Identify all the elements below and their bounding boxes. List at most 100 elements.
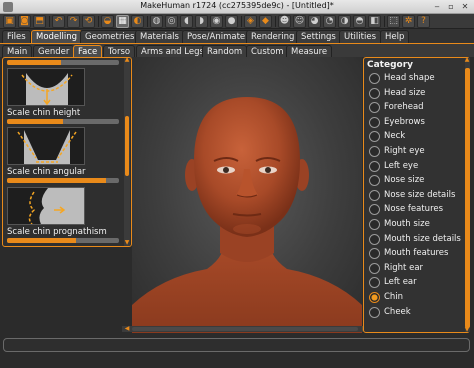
radio-icon[interactable]: [369, 102, 380, 114]
category-label: Mouth size: [384, 219, 430, 229]
tab-pose-animate[interactable]: Pose/Animate: [182, 30, 251, 43]
category-label: Head shape: [384, 73, 435, 83]
viewport-horizontal-scrollbar[interactable]: [122, 326, 368, 332]
category-item-left-eye[interactable]: Left eye: [369, 160, 465, 173]
scroll-left-icon[interactable]: ◀: [124, 326, 130, 332]
global-camera-icon[interactable]: ◈: [244, 15, 257, 28]
slider-track[interactable]: [7, 238, 119, 243]
right-view-icon[interactable]: ◗: [195, 15, 208, 28]
human-model[interactable]: [132, 57, 362, 333]
hair-icon[interactable]: ◑: [338, 15, 351, 28]
scroll-down-icon[interactable]: ▼: [124, 240, 130, 246]
smooth-icon[interactable]: ◐: [131, 15, 144, 28]
category-item-mouth-size[interactable]: Mouth size: [369, 218, 465, 231]
side-icon[interactable]: ◧: [368, 15, 381, 28]
radio-icon[interactable]: [369, 292, 380, 303]
radio-icon[interactable]: [369, 131, 380, 143]
export-icon[interactable]: ⬒: [33, 15, 46, 28]
tab-modelling[interactable]: Modelling: [31, 30, 83, 43]
category-label: Mouth features: [384, 248, 449, 259]
maximize-icon[interactable]: ▫: [446, 2, 456, 12]
minimize-icon[interactable]: ‒: [432, 2, 442, 12]
tab-materials[interactable]: Materials: [135, 30, 184, 43]
category-item-left-ear[interactable]: Left ear: [369, 276, 465, 289]
slider-track[interactable]: [7, 119, 119, 124]
radio-icon[interactable]: [369, 262, 380, 274]
scrollbar-thumb[interactable]: [132, 327, 358, 331]
radio-icon[interactable]: [369, 248, 380, 260]
category-item-neck[interactable]: Neck: [369, 130, 465, 143]
top-view-icon[interactable]: ◉: [210, 15, 223, 28]
radio-icon[interactable]: [369, 87, 380, 99]
tab-help[interactable]: Help: [380, 30, 410, 43]
tab-settings[interactable]: Settings: [296, 30, 341, 43]
category-item-nose-features[interactable]: Nose features: [369, 203, 465, 216]
chin-angular-thumbnail: [7, 127, 85, 165]
category-item-eyebrows[interactable]: Eyebrows: [369, 116, 465, 129]
category-label: Left eye: [384, 160, 419, 171]
screenshot-icon[interactable]: ⬚: [387, 15, 400, 28]
category-panel: Category Head shape Head size Forehead Eyeb…: [363, 57, 470, 333]
close-icon[interactable]: ✕: [460, 2, 470, 12]
eyes-icon[interactable]: ◓: [353, 15, 366, 28]
category-item-nose-size[interactable]: Nose size: [369, 174, 465, 187]
slider-fill: [7, 178, 106, 183]
wireframe-icon[interactable]: ◒: [101, 15, 114, 28]
camera-icon[interactable]: ◆: [259, 15, 272, 28]
tab-rendering[interactable]: Rendering: [246, 30, 300, 43]
right-panel-scrollbar[interactable]: [465, 58, 470, 332]
scroll-down-icon[interactable]: ▼: [464, 327, 470, 333]
radio-icon[interactable]: [369, 146, 380, 157]
bottom-view-icon[interactable]: ●: [225, 15, 238, 28]
slider-track[interactable]: [7, 60, 119, 65]
category-item-head-shape[interactable]: Head shape: [369, 72, 465, 85]
slider-track[interactable]: [7, 178, 119, 183]
left-view-icon[interactable]: ◖: [180, 15, 193, 28]
skin-icon[interactable]: ☻: [278, 15, 291, 28]
back-view-icon[interactable]: ◎: [165, 15, 178, 28]
category-item-mouth-features[interactable]: Mouth features: [369, 247, 465, 260]
category-item-right-eye[interactable]: Right eye: [369, 145, 465, 158]
category-label: Head size: [384, 87, 426, 98]
category-item-head-size[interactable]: Head size: [369, 87, 465, 100]
category-item-chin[interactable]: Chin: [369, 291, 465, 304]
category-item-mouth-size-details[interactable]: Mouth size details: [369, 233, 465, 246]
category-item-cheek[interactable]: Cheek: [369, 306, 465, 319]
head-icon[interactable]: ☺: [293, 15, 306, 28]
category-label: Nose size details: [384, 189, 456, 200]
radio-icon[interactable]: [369, 116, 380, 128]
radio-icon[interactable]: [369, 233, 380, 245]
scroll-up-icon[interactable]: ▲: [124, 57, 130, 63]
grid-icon[interactable]: ▦: [116, 15, 129, 28]
radio-icon[interactable]: [369, 175, 380, 187]
category-item-right-ear[interactable]: Right ear: [369, 262, 465, 275]
category-item-nose-size-details[interactable]: Nose size details: [369, 189, 465, 202]
scrollbar-thumb[interactable]: [465, 68, 470, 328]
body-icon[interactable]: ◕: [308, 15, 321, 28]
tab-utilities[interactable]: Utilities: [339, 30, 381, 43]
radio-icon[interactable]: [369, 306, 380, 318]
profile-icon[interactable]: ◔: [323, 15, 336, 28]
3d-viewport[interactable]: [132, 57, 362, 333]
save-icon[interactable]: ▣: [3, 15, 16, 28]
help-icon[interactable]: ?: [417, 15, 430, 28]
front-view-icon[interactable]: ◍: [150, 15, 163, 28]
radio-icon[interactable]: [369, 160, 380, 172]
radio-icon[interactable]: [369, 189, 380, 201]
settings-icon[interactable]: ✲: [402, 15, 415, 28]
tab-files[interactable]: Files: [2, 30, 31, 43]
scrollbar-thumb[interactable]: [125, 116, 129, 176]
radio-icon[interactable]: [369, 219, 380, 230]
category-item-forehead[interactable]: Forehead: [369, 101, 465, 114]
scroll-up-icon[interactable]: ▲: [464, 57, 470, 63]
reset-icon[interactable]: ⟲: [82, 15, 95, 28]
radio-icon[interactable]: [369, 204, 380, 216]
undo-icon[interactable]: ↶: [52, 15, 65, 28]
redo-icon[interactable]: ↷: [67, 15, 80, 28]
left-panel-scrollbar[interactable]: [124, 58, 130, 246]
category-label: Nose features: [384, 204, 444, 215]
tab-geometries[interactable]: Geometries: [80, 30, 140, 43]
radio-icon[interactable]: [369, 277, 380, 289]
load-icon[interactable]: ◙: [18, 15, 31, 28]
radio-icon[interactable]: [369, 73, 380, 84]
